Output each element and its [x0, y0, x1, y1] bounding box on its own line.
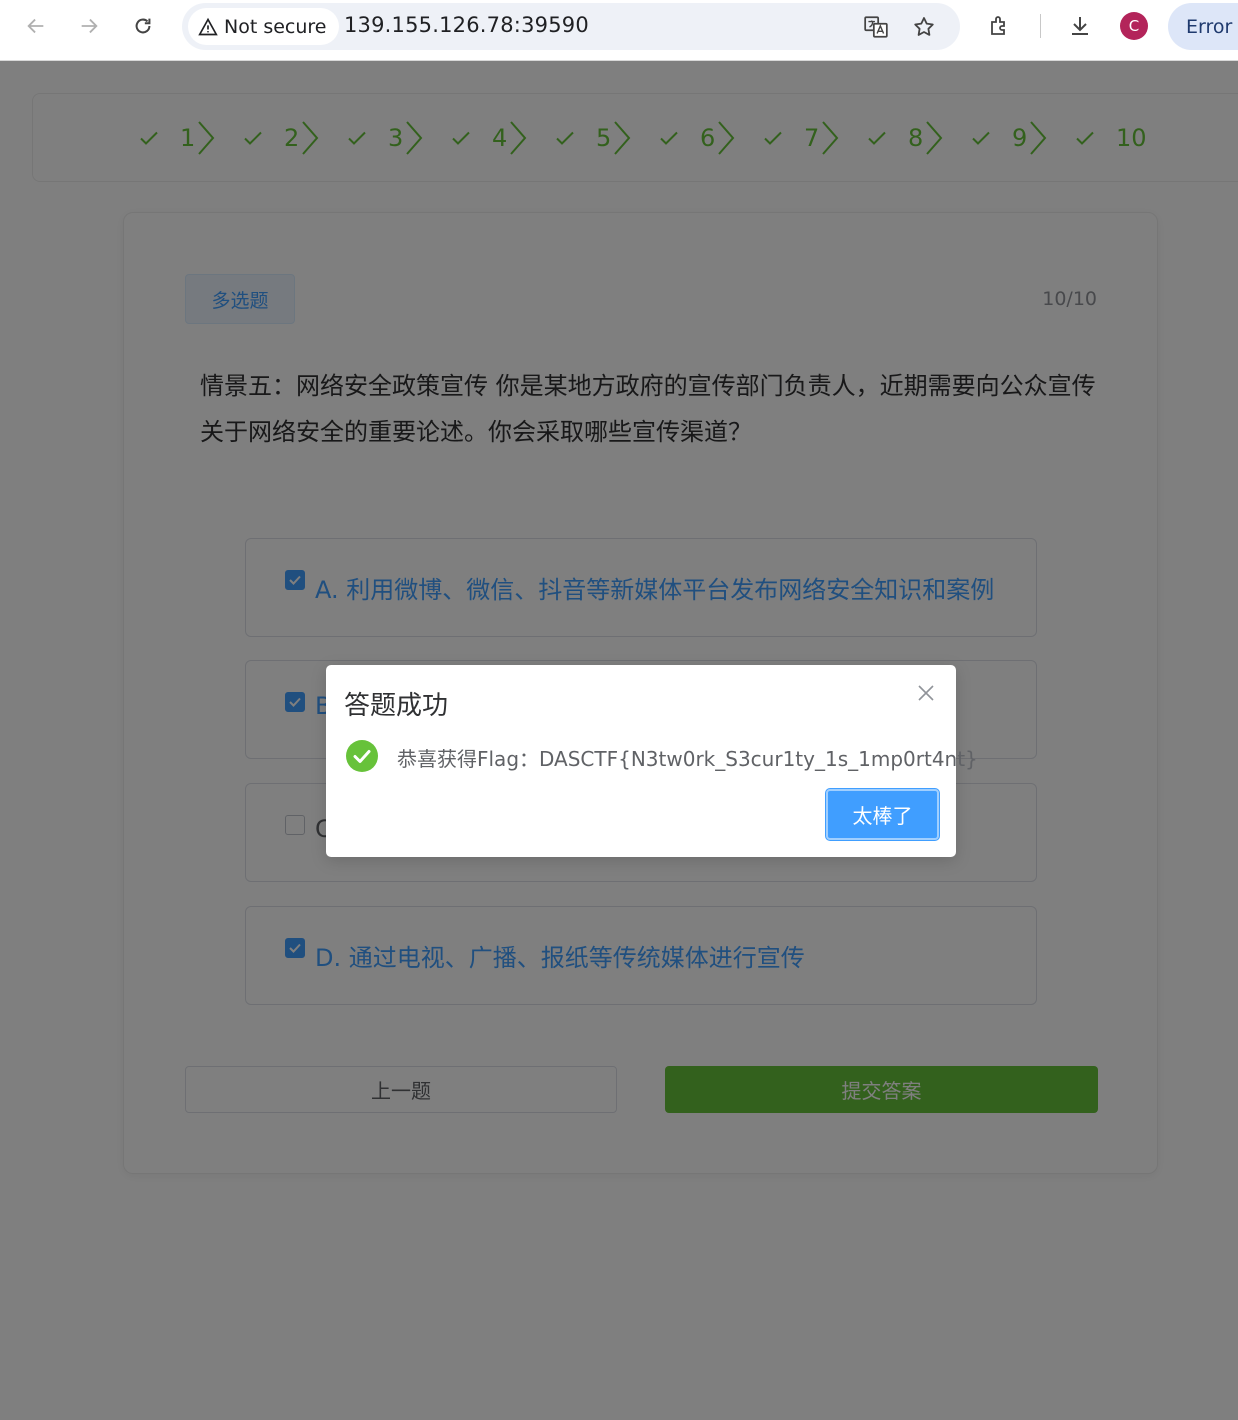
confirm-button[interactable]: 太棒了: [826, 789, 939, 840]
security-chip[interactable]: Not secure: [188, 8, 339, 45]
close-icon[interactable]: [915, 682, 937, 704]
success-dialog: 答题成功 恭喜获得Flag：DASCTF{N3tw0rk_S3cur1ty_1s…: [326, 665, 978, 857]
forward-icon[interactable]: [73, 10, 105, 42]
back-icon[interactable]: [20, 10, 52, 42]
bookmark-star-icon[interactable]: [908, 11, 940, 43]
warning-icon: [198, 17, 218, 35]
flag-message: 恭喜获得Flag：DASCTF{N3tw0rk_S3cur1ty_1s_1mp0…: [397, 747, 978, 771]
browser-toolbar: Not secure 139.155.126.78:39590 C Error: [0, 0, 1238, 61]
reload-icon[interactable]: [127, 10, 159, 42]
dialog-title: 答题成功: [344, 691, 449, 721]
translate-icon[interactable]: [860, 11, 892, 43]
security-label: Not secure: [224, 15, 327, 38]
address-bar[interactable]: Not secure 139.155.126.78:39590: [182, 3, 960, 50]
url-text[interactable]: 139.155.126.78:39590: [344, 13, 589, 37]
download-icon[interactable]: [1064, 10, 1096, 42]
success-check-icon: [346, 740, 378, 772]
error-chip[interactable]: Error: [1168, 3, 1238, 50]
extensions-icon[interactable]: [984, 10, 1016, 42]
toolbar-divider: [1040, 14, 1041, 38]
profile-avatar[interactable]: C: [1120, 12, 1148, 40]
